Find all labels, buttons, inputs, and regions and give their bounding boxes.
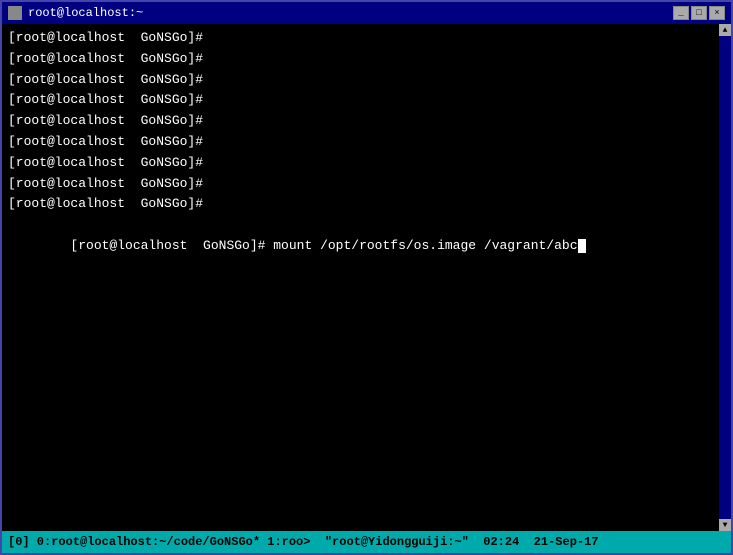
window-title: root@localhost:~ — [28, 6, 143, 20]
status-text: [0] 0:root@localhost:~/code/GoNSGo* 1:ro… — [8, 535, 599, 549]
window-icon — [8, 6, 22, 20]
terminal-window: root@localhost:~ _ □ × [root@localhost G… — [0, 0, 733, 555]
title-bar: root@localhost:~ _ □ × — [2, 2, 731, 24]
cursor — [578, 239, 586, 253]
terminal-line: [root@localhost GoNSGo]# — [8, 111, 725, 132]
terminal-output: [root@localhost GoNSGo]# [root@localhost… — [8, 28, 725, 278]
terminal-body[interactable]: [root@localhost GoNSGo]# [root@localhost… — [2, 24, 731, 531]
scrollbar-track[interactable] — [719, 36, 731, 519]
terminal-line: [root@localhost GoNSGo]# — [8, 28, 725, 49]
maximize-button[interactable]: □ — [691, 6, 707, 20]
terminal-line: [root@localhost GoNSGo]# — [8, 49, 725, 70]
terminal-line: [root@localhost GoNSGo]# — [8, 194, 725, 215]
scrollbar-down-button[interactable]: ▼ — [719, 519, 731, 531]
terminal-current-line: [root@localhost GoNSGo]# mount /opt/root… — [8, 215, 725, 277]
terminal-line: [root@localhost GoNSGo]# — [8, 70, 725, 91]
close-button[interactable]: × — [709, 6, 725, 20]
status-bar: [0] 0:root@localhost:~/code/GoNSGo* 1:ro… — [2, 531, 731, 553]
terminal-line: [root@localhost GoNSGo]# — [8, 174, 725, 195]
title-bar-left: root@localhost:~ — [8, 6, 143, 20]
terminal-line: [root@localhost GoNSGo]# — [8, 90, 725, 111]
scrollbar-up-button[interactable]: ▲ — [719, 24, 731, 36]
title-buttons: _ □ × — [673, 6, 725, 20]
scrollbar[interactable]: ▲ ▼ — [719, 24, 731, 531]
terminal-line: [root@localhost GoNSGo]# — [8, 153, 725, 174]
terminal-line: [root@localhost GoNSGo]# — [8, 132, 725, 153]
minimize-button[interactable]: _ — [673, 6, 689, 20]
